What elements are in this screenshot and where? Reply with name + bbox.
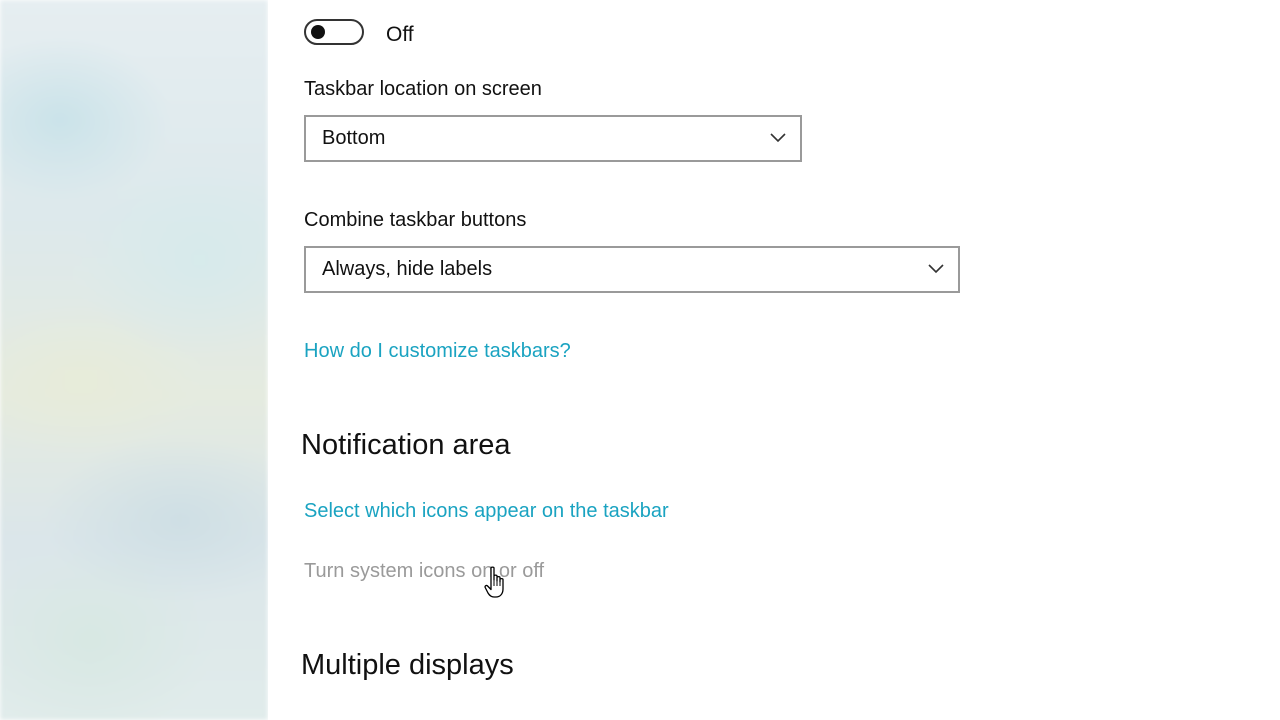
taskbar-toggle-switch[interactable] bbox=[304, 19, 364, 45]
customize-taskbars-help-link[interactable]: How do I customize taskbars? bbox=[304, 340, 571, 363]
chevron-down-icon bbox=[928, 264, 944, 274]
toggle-knob bbox=[311, 25, 325, 39]
toggle-state-label: Off bbox=[386, 23, 414, 46]
combine-buttons-value: Always, hide labels bbox=[322, 258, 493, 280]
settings-content-pane: Off Taskbar location on screen Bottom Co… bbox=[268, 0, 1280, 720]
taskbar-location-label: Taskbar location on screen bbox=[304, 78, 542, 100]
chevron-down-icon bbox=[770, 133, 786, 143]
multiple-displays-heading: Multiple displays bbox=[301, 649, 514, 681]
taskbar-location-value: Bottom bbox=[322, 127, 386, 149]
combine-buttons-dropdown[interactable]: Always, hide labels bbox=[304, 246, 960, 293]
taskbar-location-dropdown[interactable]: Bottom bbox=[304, 115, 802, 162]
desktop-background-blur bbox=[0, 0, 268, 720]
select-taskbar-icons-link[interactable]: Select which icons appear on the taskbar bbox=[304, 500, 669, 523]
combine-buttons-label: Combine taskbar buttons bbox=[304, 209, 527, 231]
notification-area-heading: Notification area bbox=[301, 429, 511, 461]
system-icons-link[interactable]: Turn system icons on or off bbox=[304, 560, 544, 583]
